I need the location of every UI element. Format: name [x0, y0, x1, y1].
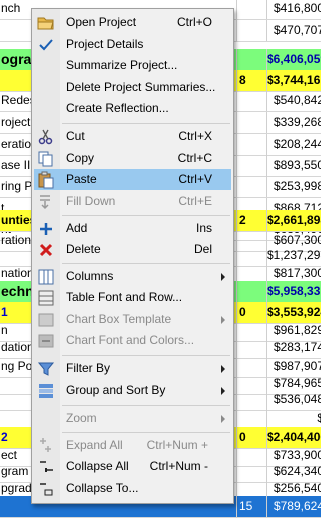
menu-label: Create Reflection...: [66, 101, 169, 115]
expand-all-icon: [40, 438, 51, 452]
menu-label: Add: [66, 221, 88, 235]
row-amount: $3,744,161: [266, 70, 321, 91]
row-amount: $253,998: [266, 176, 321, 197]
fill-down-icon: [40, 195, 50, 210]
row-amount: $470,707: [266, 20, 321, 41]
menu-item-copy[interactable]: Copy Ctrl+C: [34, 148, 231, 169]
scissors-icon: [38, 129, 53, 145]
menu-label: Delete: [66, 242, 101, 256]
delete-x-icon: [39, 243, 53, 257]
menu-item-zoom[interactable]: Zoom: [34, 408, 231, 429]
menu-label: Collapse To...: [66, 481, 139, 495]
submenu-arrow-icon: [221, 415, 225, 423]
row-amount: $536,048: [266, 389, 321, 410]
row-count: 15: [239, 499, 253, 513]
row-amount: $893,550: [266, 155, 321, 176]
menu-shortcut: Ctrl+O: [176, 15, 212, 29]
menu-label: Columns: [66, 269, 114, 283]
menu-shortcut: Ins: [195, 221, 212, 235]
menu-item-create-reflection[interactable]: Create Reflection...: [34, 98, 231, 119]
row-amount: $416,800: [266, 0, 321, 19]
row-amount: $540,842: [266, 90, 321, 111]
menu-separator: [62, 355, 230, 356]
plus-icon: [40, 223, 52, 235]
paste-icon: [38, 171, 54, 189]
row-amount: $789,624: [266, 496, 321, 517]
menu-label: Project Details: [66, 37, 144, 51]
menu-label: Delete Project Summaries...: [66, 80, 216, 94]
filter-icon: [37, 362, 55, 376]
collapse-to-icon: [40, 483, 53, 496]
menu-separator: [62, 405, 230, 406]
menu-label: Paste: [66, 172, 97, 186]
checkmark-icon: [39, 39, 53, 51]
menu-label: Summarize Project...: [66, 58, 178, 72]
menu-shortcut: Ctrl+Num -: [149, 459, 208, 473]
menu-item-chart-font[interactable]: Chart Font and Colors...: [34, 330, 231, 351]
menu-item-collapse-all[interactable]: Collapse All Ctrl+Num -: [34, 456, 231, 477]
row-amount: $5,958,331: [266, 281, 321, 302]
menu-separator: [62, 123, 230, 124]
submenu-arrow-icon: [221, 365, 225, 373]
row-amount: $339,268: [266, 112, 321, 133]
submenu-arrow-icon: [221, 316, 225, 324]
submenu-arrow-icon: [221, 387, 225, 395]
menu-item-chart-box-template[interactable]: Chart Box Template: [34, 309, 231, 330]
menu-label: Fill Down: [66, 194, 116, 208]
menu-label: Filter By: [66, 361, 111, 375]
menu-shortcut: Ctrl+C: [177, 151, 212, 165]
menu-item-paste[interactable]: Paste Ctrl+V: [34, 169, 231, 190]
columns-icon: [38, 269, 54, 285]
menu-shortcut: Ctrl+X: [178, 129, 212, 143]
menu-shortcut: Ctrl+Num +: [146, 438, 208, 452]
folder-icon: [37, 17, 54, 30]
menu-label: Table Font and Row...: [66, 290, 183, 304]
menu-label: Copy: [66, 151, 95, 165]
menu-shortcut: Del: [193, 242, 212, 256]
menu-item-expand-all[interactable]: Expand All Ctrl+Num +: [34, 435, 231, 456]
menu-item-project-details[interactable]: Project Details: [34, 34, 231, 55]
menu-item-add[interactable]: Add Ins: [34, 218, 231, 239]
menu-label: Cut: [66, 129, 85, 143]
menu-label: Chart Font and Colors...: [66, 333, 195, 347]
menu-label: Open Project: [66, 15, 137, 29]
menu-shortcut: Ctrl+E: [178, 194, 212, 208]
menu-label: Chart Box Template: [66, 312, 172, 326]
menu-label: Group and Sort By: [66, 383, 166, 397]
menu-shortcut: Ctrl+V: [178, 172, 212, 186]
collapse-all-icon: [40, 461, 53, 472]
submenu-arrow-icon: [221, 273, 225, 281]
context-menu: Open Project Ctrl+O Project Details Summ…: [31, 8, 234, 504]
chart-font-icon: [38, 334, 54, 348]
menu-item-open-project[interactable]: Open Project Ctrl+O: [34, 12, 231, 33]
menu-item-fill-down[interactable]: Fill Down Ctrl+E: [34, 191, 231, 212]
group-sort-icon: [39, 384, 53, 398]
menu-item-filter-by[interactable]: Filter By: [34, 358, 231, 379]
menu-item-delete-summaries[interactable]: Delete Project Summaries...: [34, 77, 231, 98]
menu-item-delete[interactable]: Delete Del: [34, 239, 231, 260]
menu-separator: [62, 263, 230, 264]
menu-label: Collapse All: [66, 459, 129, 473]
row-amount: $2,661,898: [266, 210, 321, 231]
chart-box-icon: [38, 313, 54, 327]
row-amount: $: [266, 408, 321, 429]
menu-separator: [62, 215, 230, 216]
row-amount: $208,244: [266, 134, 321, 155]
menu-item-cut[interactable]: Cut Ctrl+X: [34, 126, 231, 147]
menu-label: Expand All: [66, 438, 123, 452]
menu-item-summarize-project[interactable]: Summarize Project...: [34, 55, 231, 76]
menu-item-group-sort[interactable]: Group and Sort By: [34, 380, 231, 401]
row-count: 8: [239, 73, 246, 87]
menu-label: Zoom: [66, 411, 97, 425]
menu-item-collapse-to[interactable]: Collapse To...: [34, 478, 231, 499]
copy-icon: [38, 151, 53, 167]
row-amount: $283,174: [266, 337, 321, 358]
menu-separator: [62, 432, 230, 433]
row-amount: $6,406,059: [266, 49, 321, 70]
font-icon: [38, 290, 54, 306]
menu-item-columns[interactable]: Columns: [34, 266, 231, 287]
menu-item-table-font[interactable]: Table Font and Row...: [34, 287, 231, 308]
row-count: 2: [239, 213, 246, 227]
